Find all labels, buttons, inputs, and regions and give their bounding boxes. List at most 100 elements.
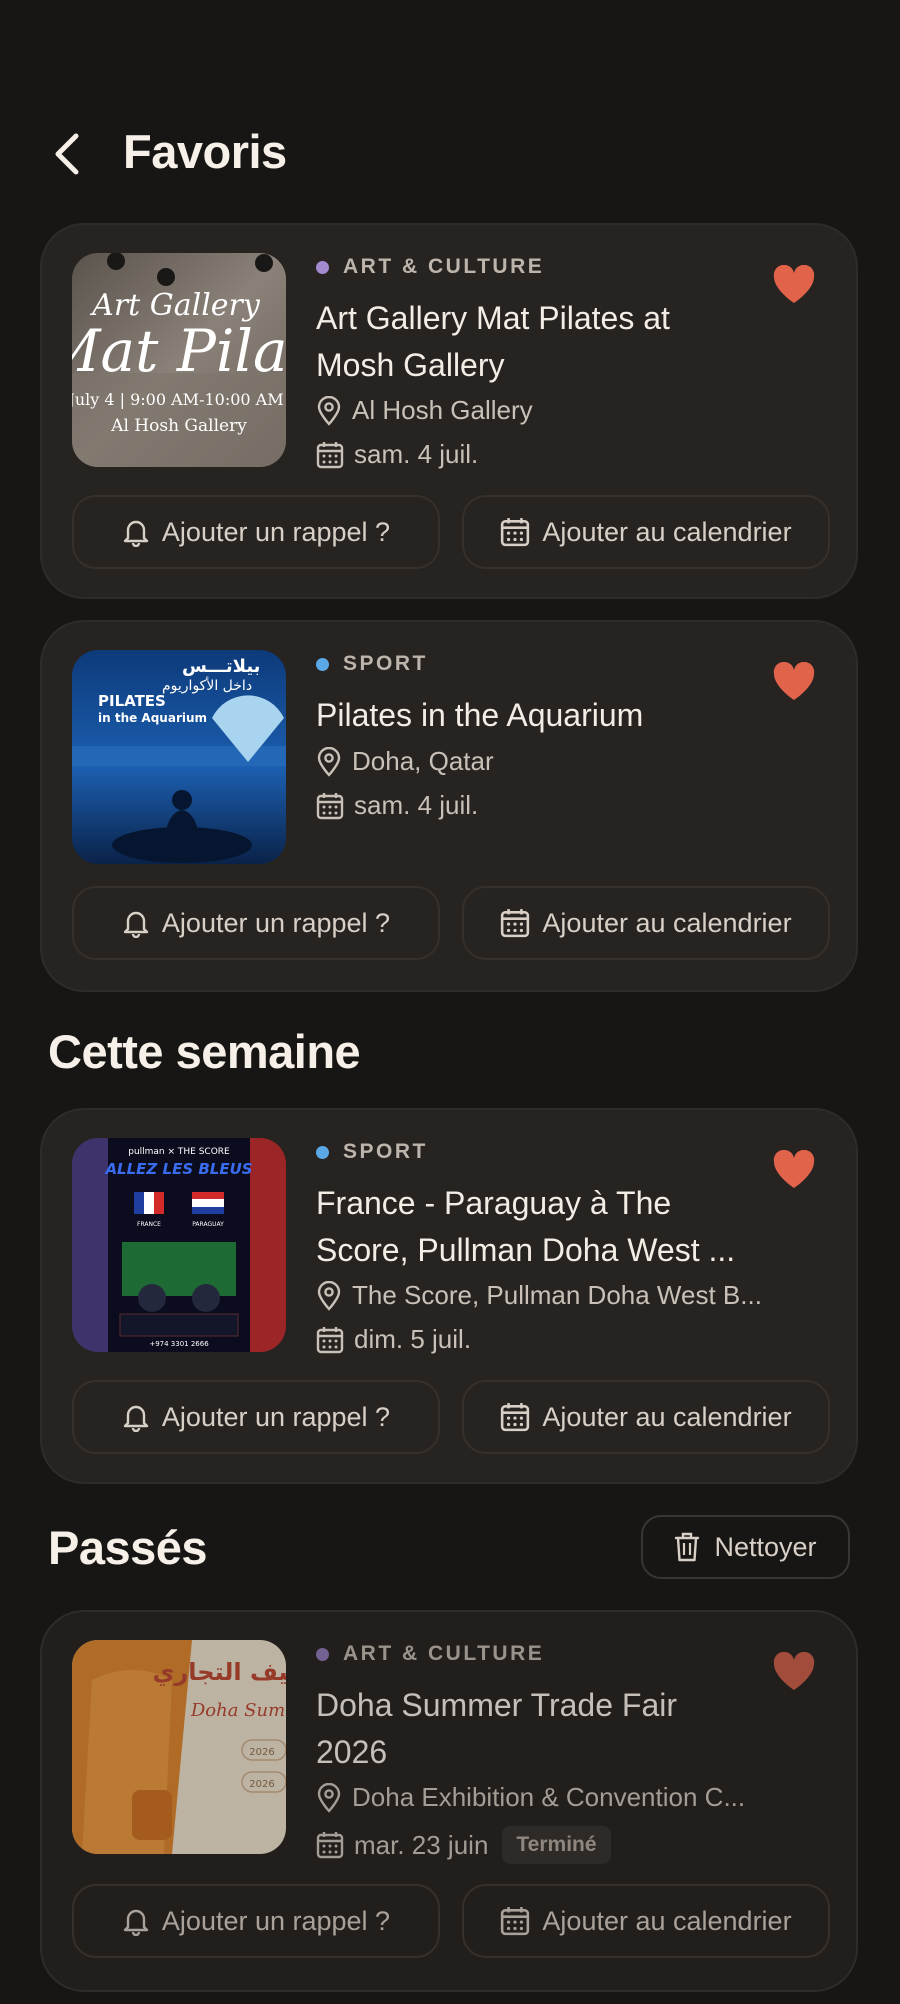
map-pin-icon <box>317 1782 341 1813</box>
category-tag: SPORT <box>316 1140 428 1164</box>
section-title-this-week: Cette semaine <box>48 1025 361 1078</box>
add-reminder-button[interactable]: Ajouter un rappel ? <box>72 886 440 960</box>
event-thumbnail: صيف التجاري Doha Sum 2026 2026 <box>72 1640 286 1854</box>
bell-icon <box>123 1405 149 1432</box>
event-location: Al Hosh Gallery <box>316 395 533 426</box>
add-reminder-button[interactable]: Ajouter un rappel ? <box>72 495 440 569</box>
map-pin-icon <box>317 746 341 777</box>
heart-icon[interactable] <box>772 265 816 305</box>
page-title: Favoris <box>123 125 287 178</box>
category-dot <box>316 260 329 274</box>
date-text: sam. 4 juil. <box>354 439 479 469</box>
event-title-line: Pilates in the Aquarium <box>316 697 644 733</box>
event-title-line: Art Gallery Mat Pilates at <box>316 300 670 336</box>
svg-text:PILATES: PILATES <box>98 692 166 710</box>
svg-text:in the Aquarium: in the Aquarium <box>98 711 207 725</box>
event-location: The Score, Pullman Doha West B... <box>316 1280 762 1311</box>
category-dot <box>316 1145 329 1159</box>
heart-icon[interactable] <box>772 1652 816 1692</box>
event-thumbnail: بيلاتـــس داخل الأكواريوم PILATES in the… <box>72 650 286 864</box>
event-location: Doha, Qatar <box>316 746 494 777</box>
event-title[interactable]: Art Gallery Mat Pilates at Mosh Gallery <box>316 295 766 389</box>
add-to-calendar-button[interactable]: Ajouter au calendrier <box>462 886 830 960</box>
calendar-icon <box>316 792 344 819</box>
calendar-icon <box>501 518 530 547</box>
calendar-icon <box>316 1326 344 1353</box>
add-reminder-label: Ajouter un rappel ? <box>161 907 391 938</box>
back-arrow-icon[interactable] <box>44 128 96 180</box>
header: Favoris <box>0 118 900 190</box>
add-reminder-label: Ajouter un rappel ? <box>161 1401 391 1432</box>
add-reminder-label: Ajouter un rappel ? <box>161 516 391 547</box>
category-label: SPORT <box>343 652 428 675</box>
svg-text:+974 3301 2666: +974 3301 2666 <box>149 1340 209 1348</box>
location-text: Al Hosh Gallery <box>352 395 533 425</box>
svg-text:PARAGUAY: PARAGUAY <box>192 1221 224 1228</box>
event-thumbnail: Art Gallery Mat Pilat July 4 | 9:00 AM-1… <box>72 253 286 467</box>
add-reminder-button[interactable]: Ajouter un rappel ? <box>72 1884 440 1958</box>
event-title-line: Doha Summer Trade Fair <box>316 1687 678 1723</box>
event-date: mar. 23 juin Terminé <box>316 1826 611 1864</box>
add-to-calendar-label: Ajouter au calendrier <box>542 1905 792 1936</box>
svg-text:Mat Pilat: Mat Pilat <box>72 317 286 385</box>
svg-text:July 4 | 9:00 AM-10:00 AM: July 4 | 9:00 AM-10:00 AM <box>72 390 284 409</box>
add-reminder-label: Ajouter un rappel ? <box>161 1905 391 1936</box>
category-label: ART & CULTURE <box>343 255 545 278</box>
event-actions: Ajouter un rappel ? Ajouter au calendrie… <box>72 1380 830 1454</box>
location-text: Doha Exhibition & Convention C... <box>352 1782 746 1812</box>
category-tag: ART & CULTURE <box>316 1642 544 1666</box>
date-text: dim. 5 juil. <box>354 1324 472 1354</box>
svg-text:2026: 2026 <box>249 1747 274 1758</box>
event-card[interactable]: صيف التجاري Doha Sum 2026 2026 ART & CUL… <box>40 1610 858 1992</box>
clean-label: Nettoyer <box>714 1531 817 1562</box>
event-title-line: 2026 <box>316 1734 388 1770</box>
date-text: mar. 23 juin <box>354 1829 489 1860</box>
category-label: ART & CULTURE <box>343 1642 545 1665</box>
event-actions: Ajouter un rappel ? Ajouter au calendrie… <box>72 495 830 569</box>
add-to-calendar-label: Ajouter au calendrier <box>542 907 792 938</box>
date-text: sam. 4 juil. <box>354 790 479 820</box>
trash-icon <box>675 1532 700 1562</box>
event-thumbnail: pullman × THE SCORE ALLEZ LES BLEUS FRAN… <box>72 1138 286 1352</box>
calendar-icon <box>501 1403 530 1432</box>
add-to-calendar-button[interactable]: Ajouter au calendrier <box>462 1884 830 1958</box>
event-title[interactable]: France - Paraguay à The Score, Pullman D… <box>316 1180 766 1274</box>
svg-text:داخل الأكواريوم: داخل الأكواريوم <box>162 676 252 694</box>
heart-icon[interactable] <box>772 662 816 702</box>
add-to-calendar-label: Ajouter au calendrier <box>542 1401 792 1432</box>
svg-text:ALLEZ LES BLEUS: ALLEZ LES BLEUS <box>104 1160 252 1178</box>
category-dot <box>316 657 329 671</box>
event-card[interactable]: pullman × THE SCORE ALLEZ LES BLEUS FRAN… <box>40 1108 858 1484</box>
category-label: SPORT <box>343 1140 428 1163</box>
event-title-line: Score, Pullman Doha West ... <box>316 1232 736 1268</box>
svg-text:صيف التجاري: صيف التجاري <box>152 1658 286 1686</box>
svg-text:Al Hosh Gallery: Al Hosh Gallery <box>110 416 247 436</box>
event-date: dim. 5 juil. <box>316 1324 471 1355</box>
calendar-icon <box>501 909 530 938</box>
event-card[interactable]: بيلاتـــس داخل الأكواريوم PILATES in the… <box>40 620 858 992</box>
location-text: The Score, Pullman Doha West B... <box>352 1280 762 1310</box>
svg-text:FRANCE: FRANCE <box>137 1221 161 1228</box>
add-to-calendar-button[interactable]: Ajouter au calendrier <box>462 495 830 569</box>
svg-text:Doha Sum: Doha Sum <box>190 1700 285 1721</box>
event-title[interactable]: Pilates in the Aquarium <box>316 692 766 739</box>
event-date: sam. 4 juil. <box>316 790 478 821</box>
category-tag: ART & CULTURE <box>316 255 544 279</box>
bell-icon <box>123 520 149 547</box>
svg-text:بيلاتـــس: بيلاتـــس <box>182 656 260 677</box>
svg-text:pullman × THE SCORE: pullman × THE SCORE <box>128 1147 230 1157</box>
event-actions: Ajouter un rappel ? Ajouter au calendrie… <box>72 1884 830 1958</box>
bell-icon <box>123 1909 149 1936</box>
add-reminder-button[interactable]: Ajouter un rappel ? <box>72 1380 440 1454</box>
map-pin-icon <box>317 1280 341 1311</box>
category-tag: SPORT <box>316 652 428 676</box>
map-pin-icon <box>317 395 341 426</box>
clean-button[interactable]: Nettoyer <box>641 1515 850 1579</box>
event-card[interactable]: Art Gallery Mat Pilat July 4 | 9:00 AM-1… <box>40 223 858 599</box>
event-location: Doha Exhibition & Convention C... <box>316 1782 745 1813</box>
event-actions: Ajouter un rappel ? Ajouter au calendrie… <box>72 886 830 960</box>
event-title[interactable]: Doha Summer Trade Fair 2026 <box>316 1682 766 1776</box>
heart-icon[interactable] <box>772 1150 816 1190</box>
add-to-calendar-button[interactable]: Ajouter au calendrier <box>462 1380 830 1454</box>
event-title-line: France - Paraguay à The <box>316 1185 672 1221</box>
